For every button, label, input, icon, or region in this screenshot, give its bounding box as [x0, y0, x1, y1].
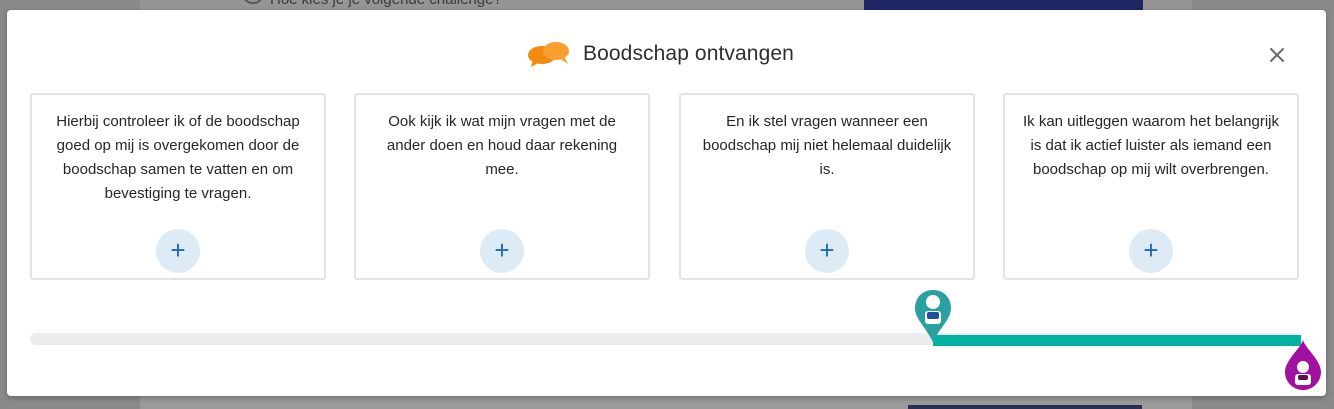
add-button[interactable]: +: [156, 229, 200, 273]
close-icon: [1270, 48, 1284, 62]
modal-header: Boodschap ontvangen: [7, 34, 1326, 74]
background-button: [864, 0, 1143, 10]
modal-dialog: Boodschap ontvangen Hierbij controleer i…: [7, 10, 1326, 396]
criterion-text: En ik stel vragen wanneer een boodschap …: [702, 113, 952, 178]
criterion-card: En ik stel vragen wanneer een boodschap …: [679, 93, 975, 280]
modal-title: Boodschap ontvangen: [583, 42, 794, 65]
target-level-marker[interactable]: [1283, 340, 1323, 392]
add-button[interactable]: +: [480, 229, 524, 273]
criterion-card: Ik kan uitleggen waarom het belangrijk i…: [1003, 93, 1299, 280]
background-hint-text: Hoe kies je je volgende challenge?: [270, 0, 502, 8]
close-button[interactable]: [1265, 43, 1289, 67]
add-button[interactable]: +: [1129, 229, 1173, 273]
criterion-text: Ook kijk ik wat mijn vragen met de ander…: [386, 113, 618, 178]
criterion-card: Ook kijk ik wat mijn vragen met de ander…: [354, 93, 650, 280]
criterion-card: Hierbij controleer ik of de boodschap go…: [30, 93, 326, 280]
current-level-marker[interactable]: [913, 288, 953, 344]
chat-bubbles-icon: [528, 42, 569, 67]
background-hint: Hoe kies je je volgende challenge?: [244, 0, 502, 8]
background-button-bottom: [908, 405, 1142, 409]
criterion-text: Hierbij controleer ik of de boodschap go…: [56, 113, 300, 202]
progress-fill: [933, 335, 1301, 346]
add-button[interactable]: +: [805, 229, 849, 273]
criterion-text: Ik kan uitleggen waarom het belangrijk i…: [1023, 113, 1279, 178]
